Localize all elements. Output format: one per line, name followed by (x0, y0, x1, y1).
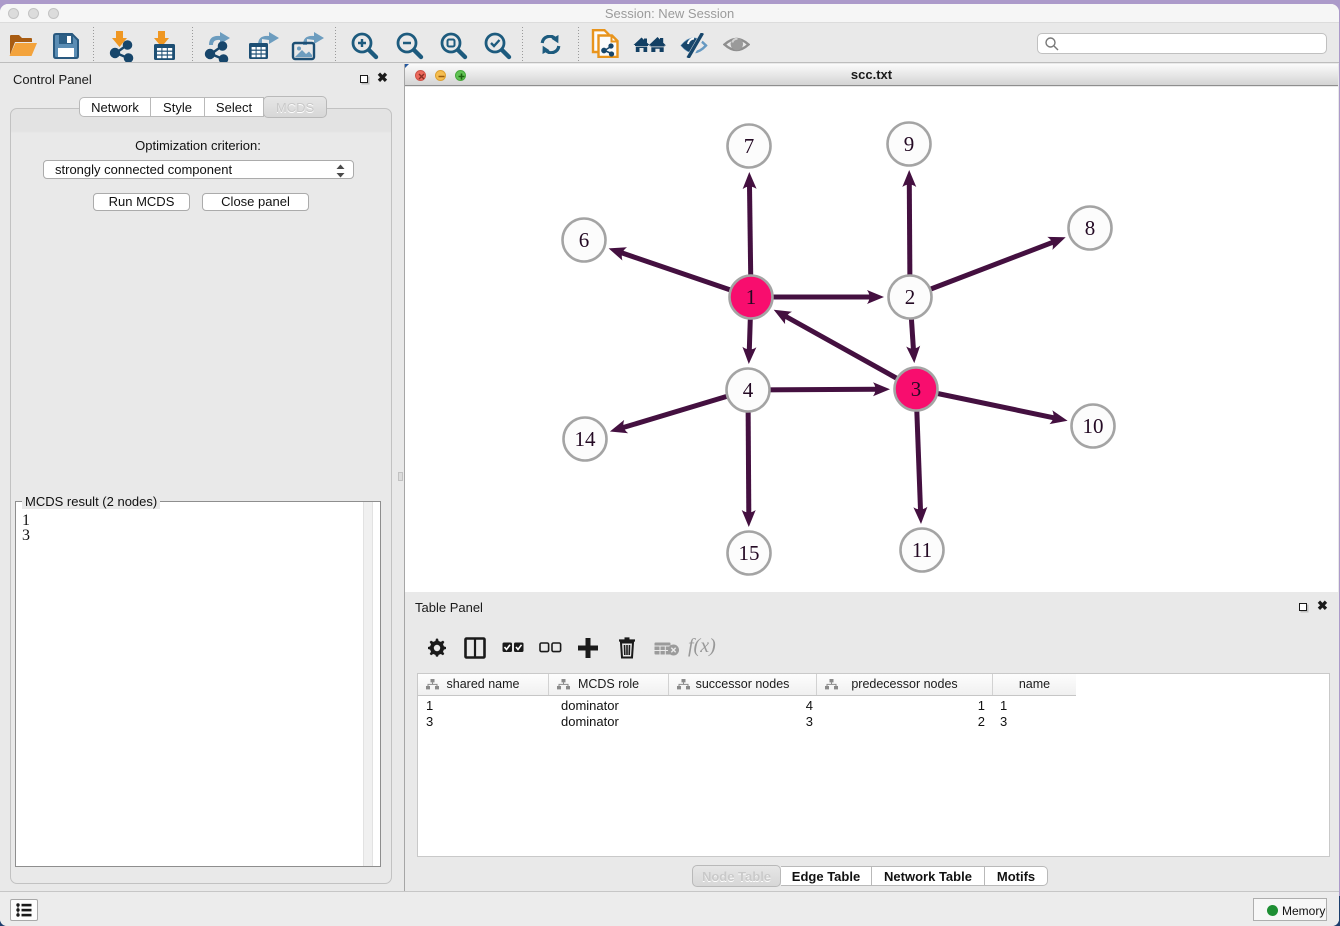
svg-text:2: 2 (905, 285, 916, 309)
svg-text:15: 15 (739, 541, 760, 565)
svg-text:9: 9 (904, 132, 915, 156)
svg-text:6: 6 (579, 228, 590, 252)
svg-text:8: 8 (1085, 216, 1096, 240)
svg-text:7: 7 (744, 134, 755, 158)
svg-text:4: 4 (743, 378, 754, 402)
svg-text:10: 10 (1083, 414, 1104, 438)
svg-text:14: 14 (575, 427, 597, 451)
svg-text:1: 1 (746, 285, 757, 309)
svg-text:3: 3 (911, 377, 922, 401)
svg-text:11: 11 (912, 538, 932, 562)
